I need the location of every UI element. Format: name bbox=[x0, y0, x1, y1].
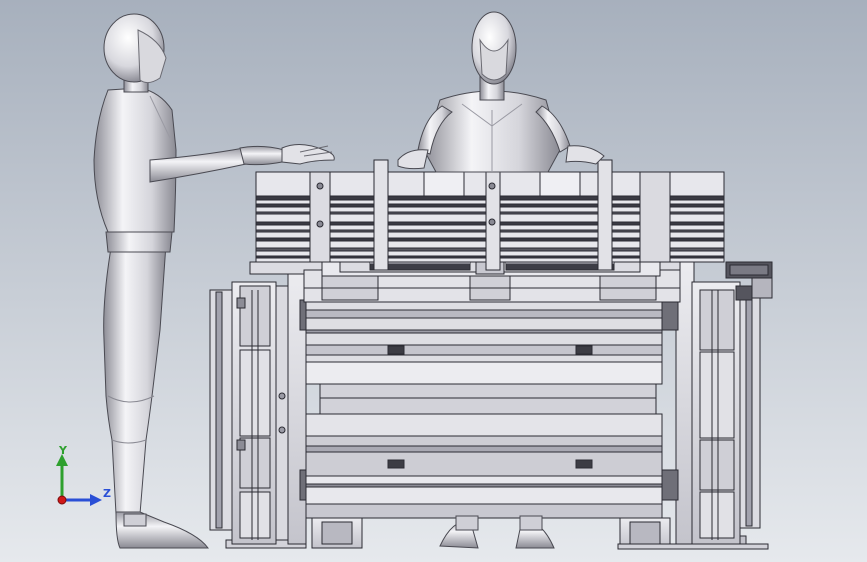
machine-assembly-icon[interactable] bbox=[209, 157, 773, 550]
center-carriage bbox=[305, 299, 663, 519]
cad-viewport[interactable]: Y Z bbox=[0, 0, 867, 562]
left-side-frame bbox=[209, 267, 321, 545]
top-stack bbox=[255, 157, 725, 271]
model-canvas[interactable]: Y Z bbox=[0, 0, 867, 562]
right-side-frame bbox=[659, 261, 773, 545]
y-axis-label: Y bbox=[58, 444, 68, 457]
z-axis-label: Z bbox=[103, 487, 111, 500]
